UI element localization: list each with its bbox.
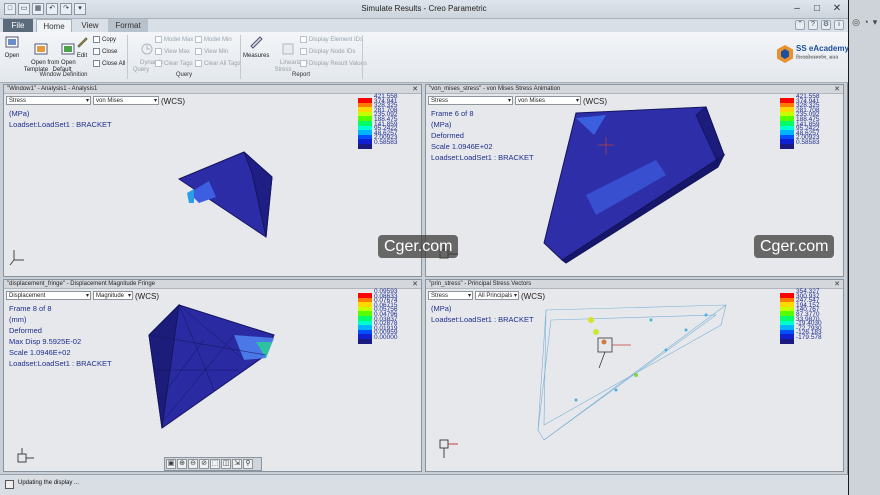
vector-field xyxy=(574,313,708,402)
minimize-ribbon-icon[interactable]: ⌃ xyxy=(795,20,805,30)
bracket-model xyxy=(9,151,273,266)
window-controls: – □ ✕ xyxy=(790,3,844,15)
maximize-button[interactable]: □ xyxy=(810,3,824,15)
logo-name: SS eAcademy xyxy=(796,44,849,53)
display-style-icon[interactable]: ◫ xyxy=(221,459,231,469)
tab-view[interactable]: View xyxy=(74,19,106,32)
axis-triad-icon xyxy=(9,250,24,266)
axis-triad-icon xyxy=(17,448,34,463)
minimize-button[interactable]: – xyxy=(790,3,804,15)
view-max-button[interactable]: View Max xyxy=(155,47,190,56)
logo-tagline: विश्वकोशसमर्पण, सतत xyxy=(796,55,839,61)
view-min-button[interactable]: View Min xyxy=(195,47,228,56)
logo-hexagon-icon xyxy=(777,45,793,63)
edit-button[interactable]: Edit xyxy=(74,35,90,60)
globe-icon[interactable]: ◎ xyxy=(851,17,861,27)
close-window-button[interactable]: ✕ xyxy=(830,3,844,15)
clear-all-tags-icon xyxy=(195,60,202,67)
group-label-window-definition: Window Definition xyxy=(39,72,88,78)
ribbon-tabs: File Home View Format ⌃ ? ⚙ i xyxy=(0,19,848,32)
bracket-mesh-model xyxy=(17,303,275,463)
wireframe-lines xyxy=(537,304,727,441)
copy-icon xyxy=(93,36,100,43)
close-all-icon xyxy=(93,60,100,67)
copy-button[interactable]: Copy xyxy=(93,35,116,44)
view-toolbar: ▣ ⊕ ⊖ ⊘ ⬚ ◫ ⇲ ⚲ xyxy=(164,457,262,471)
pencil-icon xyxy=(77,37,88,48)
orient-icon[interactable]: ⚲ xyxy=(243,459,253,469)
clear-all-tags-button[interactable]: Clear All Tags xyxy=(195,59,241,68)
ss-eacademy-logo: SS eAcademy विश्वकोशसमर्पण, सतत xyxy=(776,44,849,74)
zoom-out-icon[interactable]: ⊖ xyxy=(188,459,198,469)
element-ids-icon xyxy=(300,36,307,43)
view-min-icon xyxy=(195,48,202,55)
viewport-displacement-fringe[interactable]: "displacement_fringe" - Displacement Mag… xyxy=(3,279,422,472)
creo-app-window: □ ▭ ▦ ↶ ↷ ▾ Simulate Results - Creo Para… xyxy=(0,0,849,495)
spin-center-icon[interactable]: ⇲ xyxy=(232,459,242,469)
group-label-query: Query xyxy=(175,72,193,78)
close-all-button[interactable]: Close All xyxy=(93,59,125,68)
clear-tags-icon xyxy=(155,60,162,67)
view-max-icon xyxy=(155,48,162,55)
query-icon xyxy=(141,43,153,55)
title-bar: □ ▭ ▦ ↶ ↷ ▾ Simulate Results - Creo Para… xyxy=(0,0,848,19)
ribbon-right-tools: ⌃ ? ⚙ i xyxy=(795,20,844,30)
watermark: Cger.com xyxy=(378,235,459,258)
tab-file[interactable]: File xyxy=(3,19,33,32)
settings-icon[interactable]: ⚙ xyxy=(821,20,831,30)
open-button[interactable]: Open xyxy=(3,35,21,60)
model-max-button[interactable]: Model Max xyxy=(155,35,193,44)
group-separator xyxy=(362,35,363,79)
measures-icon xyxy=(250,36,263,49)
open-window-icon xyxy=(5,36,19,48)
measures-button[interactable]: Measures xyxy=(243,35,269,60)
default-window-icon xyxy=(61,43,75,55)
watermark: Cger.com xyxy=(754,235,835,258)
status-bar: Updating the display ... xyxy=(0,474,848,495)
axis-triad-icon xyxy=(439,439,458,458)
display-node-ids-button[interactable]: Display Node IDs xyxy=(300,47,355,56)
model-max-icon xyxy=(155,36,162,43)
model-min-button[interactable]: Model Min xyxy=(195,35,232,44)
model-min-icon xyxy=(195,36,202,43)
status-window-icon[interactable] xyxy=(5,480,14,489)
clear-tags-button[interactable]: Clear Tags xyxy=(155,59,193,68)
tab-home[interactable]: Home xyxy=(36,19,72,32)
template-window-icon xyxy=(34,43,48,55)
node-ids-icon xyxy=(300,48,307,55)
display-result-values-button[interactable]: Display Result Values xyxy=(300,59,367,68)
principal-stress-vectors xyxy=(439,304,727,458)
close-button[interactable]: Close xyxy=(93,47,117,56)
result-values-icon xyxy=(300,60,307,67)
group-label-report: Report xyxy=(291,72,310,78)
display-element-ids-button[interactable]: Display Element IDs xyxy=(300,35,363,44)
chevron-down-icon[interactable]: ▾ xyxy=(870,17,880,27)
close-icon xyxy=(93,48,100,55)
viewport-principal-stress[interactable]: "prin_stress" - Principal Stress Vectors… xyxy=(425,279,844,472)
zoom-in-icon[interactable]: ⊕ xyxy=(177,459,187,469)
window-title: Simulate Results - Creo Parametric xyxy=(361,4,487,13)
right-side-pane: ◎ ◔ ▾ xyxy=(849,0,880,495)
help-icon[interactable]: ? xyxy=(808,20,818,30)
saved-views-icon[interactable]: ⬚ xyxy=(210,459,220,469)
linearized-stress-icon xyxy=(282,43,294,55)
refit-icon[interactable]: ▣ xyxy=(166,459,176,469)
status-message: Updating the display ... xyxy=(18,480,80,486)
tab-format[interactable]: Format xyxy=(108,19,148,32)
repaint-icon[interactable]: ⊘ xyxy=(199,459,209,469)
viewport-window1[interactable]: "Window1" - Analysis1 - Analysis1 ✕ Stre… xyxy=(3,84,422,277)
ribbon-home: Open Open from Template Open Default Edi… xyxy=(0,32,849,83)
info-icon[interactable]: i xyxy=(834,20,844,30)
